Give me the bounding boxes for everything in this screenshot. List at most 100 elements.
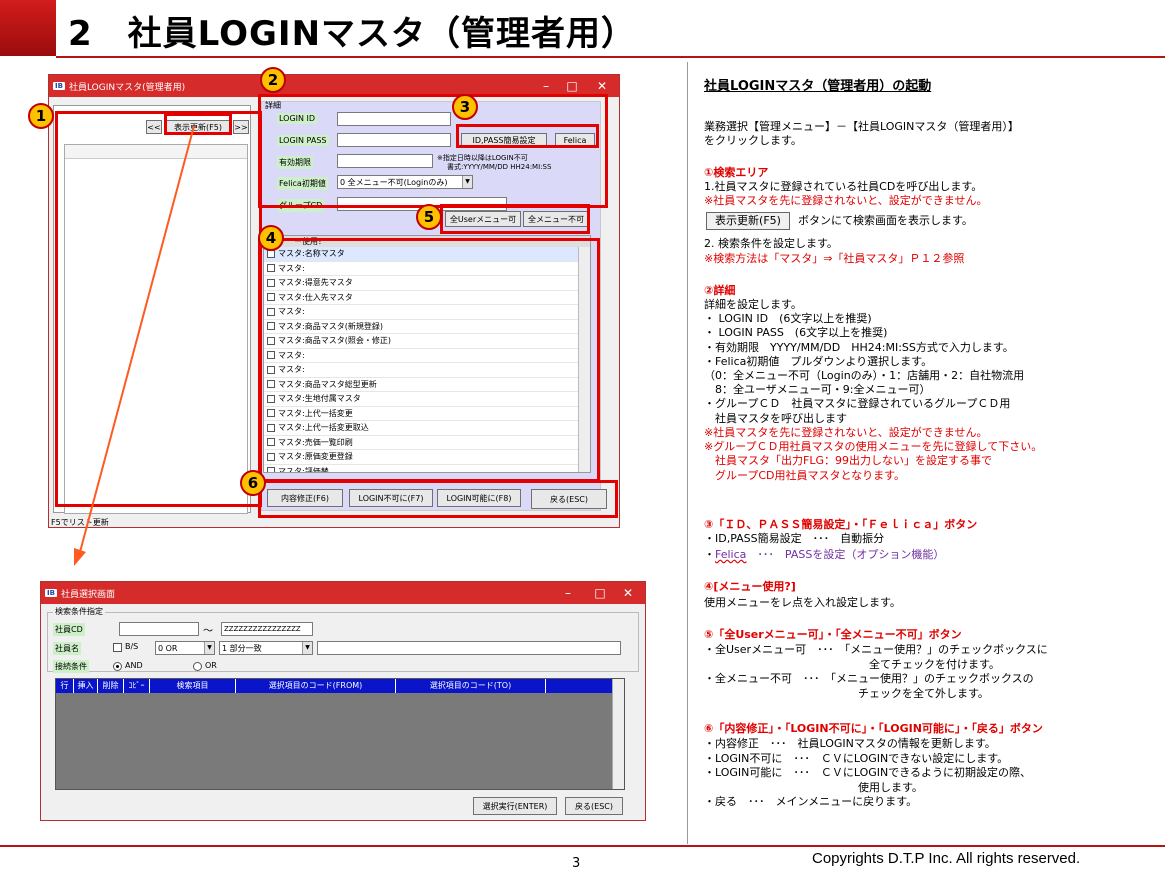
badge-1: 1 <box>28 103 54 129</box>
match-select-value: 1 部分一致 <box>222 644 262 653</box>
back-button[interactable]: 戻る(ESC) <box>565 797 623 815</box>
explain-heading: 社員LOGINマスタ（管理者用）の起動 <box>704 79 932 94</box>
maximize-icon[interactable]: □ <box>587 582 613 604</box>
highlight-detail <box>258 94 608 208</box>
highlight-all-menu-buttons <box>440 204 590 234</box>
s2-red-line: グループCD用社員マスタとなります。 <box>704 468 906 482</box>
or-label: OR <box>205 661 217 670</box>
s2-red-line: 社員マスタ「出力FLG：99出力しない」を設定する事で <box>704 454 992 468</box>
app-icon: IB <box>45 589 57 597</box>
section-3-line-1: ・ID,PASS簡易設定 ･･･ 自動振分 <box>704 532 885 545</box>
s5-lines-line: ・全メニュー不可 ･･･ 「メニュー使用？」のチェックボックスの <box>704 672 1034 685</box>
s6-lines-line: ・内容修正 ･･･ 社員LOGINマスタの情報を更新します。 <box>704 737 996 750</box>
badge-4: 4 <box>258 225 284 251</box>
grid-scrollbar[interactable] <box>612 679 624 789</box>
chevron-down-icon[interactable]: ▼ <box>204 642 214 654</box>
grid-column-header: ｺﾋﾟｰ <box>124 679 150 693</box>
section-1-refresh-sample: 表示更新(F5) <box>706 212 790 230</box>
grid-column-header: 選択項目のコード(TO) <box>396 679 546 693</box>
select-execute-button[interactable]: 選択実行(ENTER) <box>473 797 557 815</box>
s2-lines-line: ・グループＣＤ 社員マスタに登録されているグループＣＤ用 <box>704 397 1011 411</box>
section-1-line-4: 2. 検索条件を設定します。 <box>704 237 838 250</box>
section-3-felica: Felica <box>715 548 747 561</box>
and-radio[interactable] <box>113 662 122 671</box>
footer-rule <box>0 845 1165 847</box>
page-title: 2 社員LOGINマスタ（管理者用） <box>68 14 637 54</box>
search-condition-label: 検索条件指定 <box>53 606 105 617</box>
close-icon[interactable]: ✕ <box>615 582 641 604</box>
grid-column-header: 検索項目 <box>150 679 236 693</box>
employee-cd-to-input[interactable]: ZZZZZZZZZZZZZZZZ <box>221 622 313 636</box>
employee-cd-from-input[interactable] <box>119 622 199 636</box>
bs-label: B/S <box>125 642 139 651</box>
bs-checkbox[interactable] <box>113 643 122 652</box>
badge-2: 2 <box>260 67 286 93</box>
employee-name-label: 社員名 <box>53 642 81 655</box>
match-select[interactable]: 1 部分一致 ▼ <box>219 641 313 655</box>
grid-column-header: 選択項目のコード(FROM) <box>236 679 396 693</box>
section-1-line-5: ※検索方法は「マスタ」⇒「社員マスタ」Ｐ１２参照 <box>704 252 965 265</box>
arrow-connector <box>74 125 195 566</box>
intro-line-2: をクリックします。 <box>704 134 802 147</box>
window-title: 社員選択画面 <box>60 589 115 600</box>
title-accent-bar <box>0 0 56 56</box>
section-1-line-3: ボタンにて検索画面を表示します。 <box>798 214 973 227</box>
s2-lines-line: 詳細を設定します。 <box>704 298 802 311</box>
employee-select-window: IB 社員選択画面 – □ ✕ 検索条件指定 社員CD ～ ZZZZZZZZZZ… <box>40 581 646 821</box>
and-label: AND <box>125 661 143 670</box>
minimize-icon[interactable]: – <box>555 582 581 604</box>
section-4-line-1: 使用メニューをレ点を入れ設定します。 <box>704 596 901 609</box>
s2-lines-line: 8：全ユーザメニュー可・9:全メニュー可） <box>704 383 931 397</box>
s6-lines-line: ・戻る ･･･ メインメニューに戻ります。 <box>704 795 918 808</box>
highlight-bottom-buttons <box>258 480 618 518</box>
section-4-title: ④[メニュー使用?] <box>704 580 796 593</box>
s2-lines-line: ・ LOGIN PASS (6文字以上を推奨) <box>704 326 888 340</box>
s2-lines-line: ・ LOGIN ID (6文字以上を推奨) <box>704 312 872 326</box>
section-2-title: ②詳細 <box>704 284 736 297</box>
section-6-title: ⑥「内容修正」・「LOGIN不可に」・「LOGIN可能に」・「戻る」ボタン <box>704 722 1043 735</box>
s2-red-line: ※グループＣＤ用社員マスタの使用メニューを先に登録して下さい。 <box>704 440 1043 454</box>
s2-lines-line: 社員マスタを呼び出します <box>704 411 847 425</box>
column-divider <box>687 62 688 844</box>
section-3-line-2: ・Felica ･･･ PASSを設定（オプション機能） <box>704 548 944 562</box>
join-condition-label: 接続条件 <box>53 660 89 673</box>
employee-cd-label: 社員CD <box>53 623 85 636</box>
page-number: 3 <box>572 856 581 871</box>
copyright: Copyrights D.T.P Inc. All rights reserve… <box>812 850 1081 867</box>
badge-3: 3 <box>452 94 478 120</box>
grid-column-header: 削除 <box>98 679 124 693</box>
range-tilde: ～ <box>203 626 213 637</box>
section-1-title: ①検索エリア <box>704 166 769 179</box>
s5-lines-line: 全てチェックを付けます。 <box>704 657 1000 671</box>
section-3-bullet: ・ <box>704 548 715 561</box>
condition-grid[interactable]: 行挿入 削除 ｺﾋﾟｰ 検索項目 選択項目のコード(FROM) 選択項目のコード(TO) <box>55 678 625 790</box>
s6-lines-line: ・LOGIN可能に ･･･ ＣＶにLOGINできるように初期設定の際、 <box>704 766 1032 779</box>
window-title: 社員LOGINマスタ(管理者用) <box>68 82 186 93</box>
highlight-menu-list <box>258 238 600 482</box>
highlight-idpass-felica <box>456 124 599 148</box>
s5-lines-line: チェックを全て外します。 <box>704 686 989 700</box>
s2-lines-line: ・有効期限 YYYY/MM/DD HH24:MI:SS方式で入力します。 <box>704 340 1014 354</box>
section-1-line-1: 1.社員マスタに登録されている社員CDを呼び出します。 <box>704 180 983 193</box>
grid-column-header: 行 <box>56 679 74 693</box>
or-radio[interactable] <box>193 662 202 671</box>
section-3-felica-desc: ･･･ PASSを設定（オプション機能） <box>746 548 945 561</box>
or-select-value: 0 OR <box>158 644 178 653</box>
employee-name-input[interactable] <box>317 641 621 655</box>
title-rule <box>56 56 1165 58</box>
s2-red-line: ※社員マスタを先に登録されないと、設定ができません。 <box>704 426 988 439</box>
chevron-down-icon[interactable]: ▼ <box>302 642 312 654</box>
badge-5: 5 <box>416 204 442 230</box>
section-1-line-2: ※社員マスタを先に登録されないと、設定ができません。 <box>704 194 988 207</box>
section-3-title: ③「ＩＤ、ＰＡＳＳ簡易設定」・「Ｆｅｌｉｃａ」ボタン <box>704 518 978 531</box>
badge-6: 6 <box>240 470 266 496</box>
s6-lines-line: ・LOGIN不可に ･･･ ＣＶにLOGINできない設定にします。 <box>704 751 1009 765</box>
intro-line-1: 業務選択【管理メニュー】－【社員LOGINマスタ（管理者用）】 <box>704 120 1019 133</box>
s2-lines-line: ・Felica初期値 プルダウンより選択します。 <box>704 354 933 368</box>
s6-lines-line: 使用します。 <box>704 780 923 794</box>
s2-lines-line: （0：全メニュー不可（Loginのみ）・1：店舗用・2：自社物流用 <box>704 369 1025 382</box>
app-icon: IB <box>53 82 65 90</box>
grid-column-header: 挿入 <box>74 679 98 693</box>
or-select[interactable]: 0 OR ▼ <box>155 641 215 655</box>
s5-lines-line: ・全Userメニュー可 ･･･ 「メニュー使用？」のチェックボックスに <box>704 643 1048 656</box>
